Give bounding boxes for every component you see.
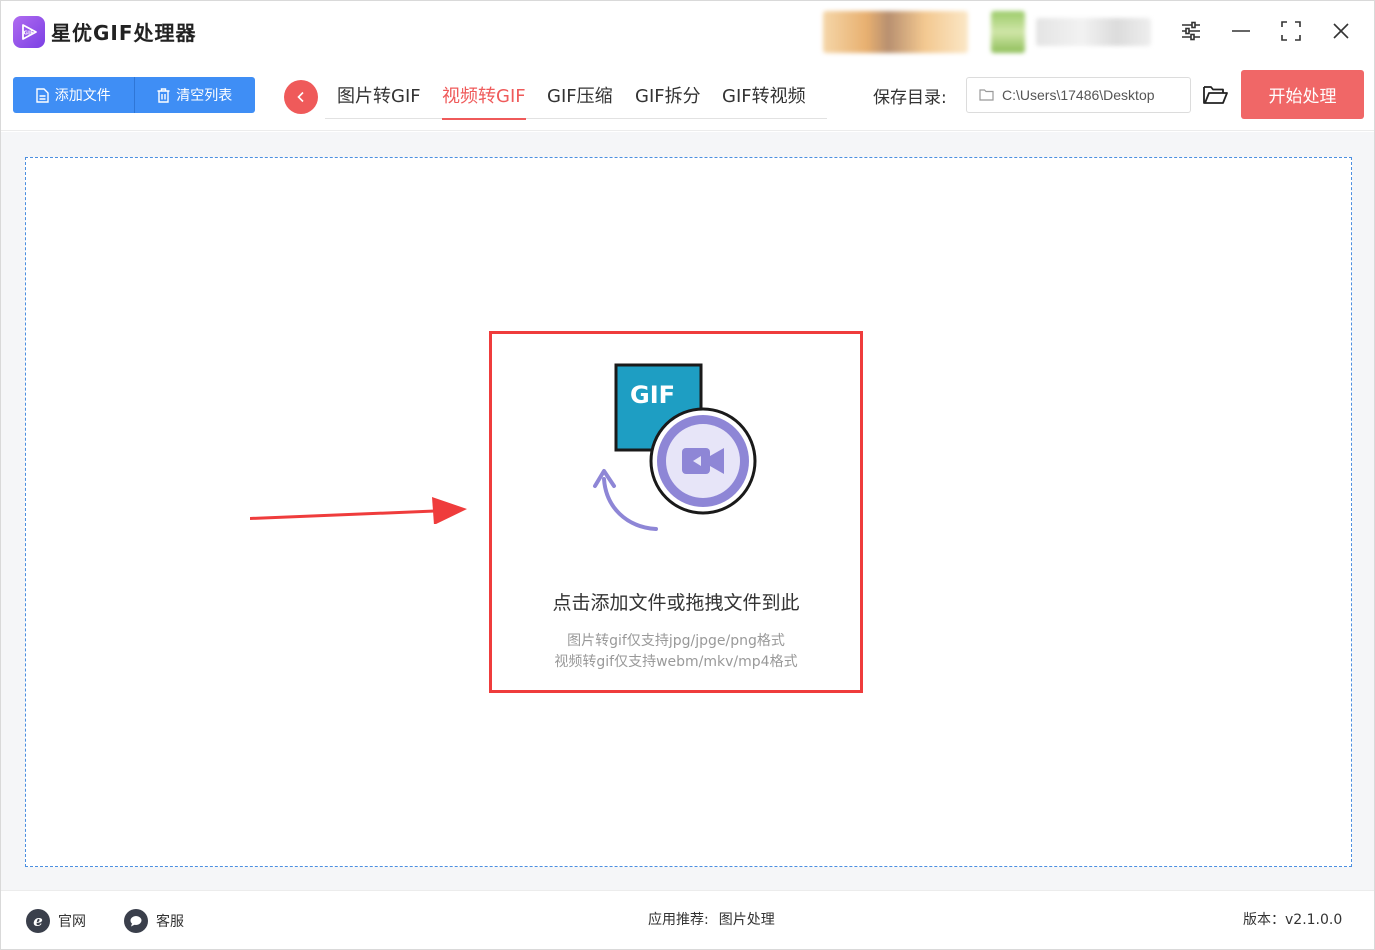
drop-prompt: 点击添加文件或拖拽文件到此 (552, 592, 800, 614)
svg-text:GIF: GIF (24, 31, 35, 37)
support-label: 客服 (156, 914, 184, 930)
file-icon (36, 87, 49, 103)
clear-list-button[interactable]: 清空列表 (133, 77, 255, 113)
main-area: GIF 点击添加文件或拖拽文件到此 图片转gif仅支持jpg/jpge/png格… (1, 132, 1374, 890)
minimize-icon[interactable] (1226, 16, 1256, 46)
tab-image-to-gif[interactable]: 图片转GIF (337, 71, 421, 119)
blurred-avatar (823, 11, 968, 53)
settings-icon[interactable] (1176, 16, 1206, 46)
toolbar: 添加文件 清空列表 图片转GIF 视频转GIF GIF压缩 GIF拆分 GIF转… (1, 61, 1374, 131)
save-dir-field[interactable]: C:\Users\17486\Desktop (966, 77, 1191, 113)
tab-video-to-gif[interactable]: 视频转GIF (442, 71, 526, 120)
title-bar: GIF 星优GIF处理器 (1, 1, 1374, 61)
file-button-group: 添加文件 清空列表 (13, 77, 255, 113)
version-text: 版本：v2.1.0.0 (1243, 909, 1342, 929)
video-format-hint: 视频转gif仅支持webm/mkv/mp4格式 (554, 654, 798, 670)
gif-video-illustration-icon: GIF (593, 363, 757, 531)
website-label: 官网 (58, 914, 86, 930)
add-file-button[interactable]: 添加文件 (13, 77, 134, 113)
recommend-label: 应用推荐: (648, 912, 709, 928)
pointer-arrow-icon (250, 497, 467, 524)
trash-icon (157, 87, 170, 103)
app-recommendation: 应用推荐: 图片处理 (648, 909, 775, 929)
version-label: 版本：v2.1.0.0 (1243, 912, 1343, 928)
website-link[interactable]: e 官网 (26, 909, 86, 933)
mode-tabs: 图片转GIF 视频转GIF GIF压缩 GIF拆分 GIF转视频 (325, 71, 827, 120)
blurred-username (1036, 18, 1151, 46)
start-processing-button[interactable]: 开始处理 (1241, 70, 1364, 119)
tab-gif-compress[interactable]: GIF压缩 (547, 71, 613, 119)
footer: e 官网 客服 应用推荐: 图片处理 版本：v2.1.0.0 (1, 890, 1374, 950)
recommend-app-link[interactable]: 图片处理 (719, 909, 775, 929)
close-icon[interactable] (1326, 16, 1356, 46)
app-window: GIF 星优GIF处理器 添加文件 清空列表 图片转GIF 视频转GIF GIF… (0, 0, 1375, 950)
add-file-label: 添加文件 (54, 88, 111, 104)
back-button[interactable] (284, 80, 318, 114)
tab-gif-split[interactable]: GIF拆分 (635, 71, 701, 119)
folder-outline-icon (979, 89, 994, 101)
chat-bubble-icon (124, 909, 148, 933)
app-logo-icon: GIF (13, 16, 45, 48)
tab-gif-to-video[interactable]: GIF转视频 (722, 71, 806, 119)
blurred-user-icon (991, 11, 1025, 53)
save-dir-value: C:\Users\17486\Desktop (1002, 87, 1155, 103)
browser-e-icon: e (26, 909, 50, 933)
svg-text:GIF: GIF (630, 381, 675, 409)
app-title: 星优GIF处理器 (51, 21, 197, 45)
support-link[interactable]: 客服 (124, 909, 184, 933)
save-dir-label: 保存目录: (873, 88, 947, 108)
maximize-icon[interactable] (1276, 16, 1306, 46)
file-drop-zone[interactable]: GIF 点击添加文件或拖拽文件到此 图片转gif仅支持jpg/jpge/png格… (25, 157, 1352, 867)
drop-target-highlight[interactable]: GIF 点击添加文件或拖拽文件到此 图片转gif仅支持jpg/jpge/png格… (489, 331, 863, 693)
chevron-left-icon (297, 91, 304, 103)
clear-list-label: 清空列表 (176, 88, 233, 104)
image-format-hint: 图片转gif仅支持jpg/jpge/png格式 (567, 633, 785, 649)
open-folder-icon[interactable] (1201, 81, 1229, 109)
